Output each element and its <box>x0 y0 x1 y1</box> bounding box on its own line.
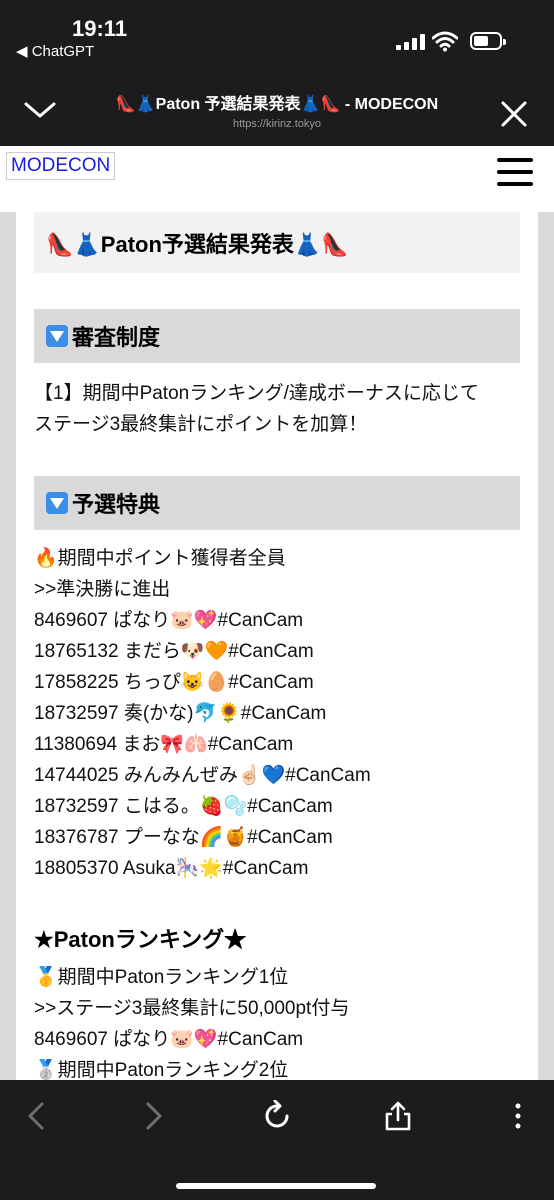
chevron-down-icon[interactable] <box>22 96 58 124</box>
list-item: 11380694 まお🎀🫁#CanCam <box>34 734 294 755</box>
cellular-signal-icon <box>396 34 426 50</box>
more-options-icon[interactable] <box>502 1100 534 1132</box>
section-heading-text: 予選特典 <box>72 492 161 517</box>
benefits-list: 🔥期間中ポイント獲得者全員 >>準決勝に進出 8469607 ぱなり🐷💖#Can… <box>34 543 524 884</box>
wifi-icon <box>432 31 458 52</box>
text-line: 【1】期間中Patonランキング/達成ボーナスに応じて <box>34 383 479 404</box>
list-item: 🥇期間中Patonランキング1位 <box>34 967 289 988</box>
list-item: 14744025 みんみんぜみ☝🏻💙#CanCam <box>34 765 371 786</box>
status-time: 19:11 <box>72 16 128 41</box>
list-item: 18376787 プーなな🌈🍯#CanCam <box>34 827 333 848</box>
section-heading-text: 審査制度 <box>72 325 161 350</box>
section-heading-criteria: 審査制度 <box>34 309 520 363</box>
section-heading-benefits: 予選特典 <box>34 476 520 530</box>
back-to-app-link[interactable]: ◀ ChatGPT <box>16 42 94 60</box>
text-line: ステージ3最終集計にポイントを加算！ <box>34 414 368 435</box>
article-body: 👠👗Paton予選結果発表👗👠 審査制度 【1】期間中Patonランキング/達成… <box>16 212 538 1080</box>
list-item: 18765132 まだら🐶🧡#CanCam <box>34 641 314 662</box>
list-item: >>準決勝に進出 <box>34 579 171 600</box>
down-arrow-icon <box>46 325 68 347</box>
page-url: https://kirinz.tokyo <box>232 118 322 130</box>
list-item: 18805370 Asuka🎠🌟#CanCam <box>34 858 309 879</box>
list-item: 17858225 ちっぴ😺🥚#CanCam <box>34 672 314 693</box>
list-item: 8469607 ぱなり🐷💖#CanCam <box>34 610 304 631</box>
list-item: >>ステージ3最終集計に50,000pt付与 <box>34 998 350 1019</box>
list-item: 18732597 こはる。🍓🫧#CanCam <box>34 796 333 817</box>
reload-icon[interactable] <box>261 1100 293 1132</box>
down-arrow-icon <box>46 492 68 514</box>
battery-icon <box>470 32 506 50</box>
browser-toolbar: 👠👗Paton 予選結果発表👗👠 - MODECON https://kirin… <box>0 68 554 146</box>
site-header: MODECON <box>0 146 554 212</box>
list-item: 18732597 奏(かな)🐬🌻#CanCam <box>34 703 327 724</box>
web-page: MODECON 👠👗Paton予選結果発表👗👠 審査制度 【1】期間中Paton… <box>0 146 554 1080</box>
list-item: 8469607 ぱなり🐷💖#CanCam <box>34 1029 304 1050</box>
close-icon[interactable] <box>500 100 528 128</box>
content-background: 👠👗Paton予選結果発表👗👠 審査制度 【1】期間中Patonランキング/達成… <box>0 212 554 1080</box>
list-item: 🥈期間中Patonランキング2位 <box>34 1060 289 1080</box>
status-bar: 19:11 ◀ ChatGPT <box>0 0 554 68</box>
site-logo[interactable]: MODECON <box>6 152 116 180</box>
page-title: 👠👗Paton 予選結果発表👗👠 - MODECON <box>115 96 439 113</box>
article-title: 👠👗Paton予選結果発表👗👠 <box>34 212 520 273</box>
share-icon[interactable] <box>382 1100 414 1132</box>
ranking-heading: ★Patonランキング★ <box>34 927 247 952</box>
home-indicator <box>176 1183 376 1189</box>
ranking-list: 🥇期間中Patonランキング1位 >>ステージ3最終集計に50,000pt付与 … <box>34 962 524 1080</box>
back-arrow-icon[interactable] <box>20 1100 52 1132</box>
forward-arrow-icon[interactable] <box>138 1100 170 1132</box>
criteria-paragraph: 【1】期間中Patonランキング/達成ボーナスに応じて ステージ3最終集計にポイ… <box>34 378 524 440</box>
menu-icon[interactable] <box>497 158 533 186</box>
browser-bottom-bar <box>0 1080 554 1200</box>
list-item: 🔥期間中ポイント獲得者全員 <box>34 548 286 569</box>
